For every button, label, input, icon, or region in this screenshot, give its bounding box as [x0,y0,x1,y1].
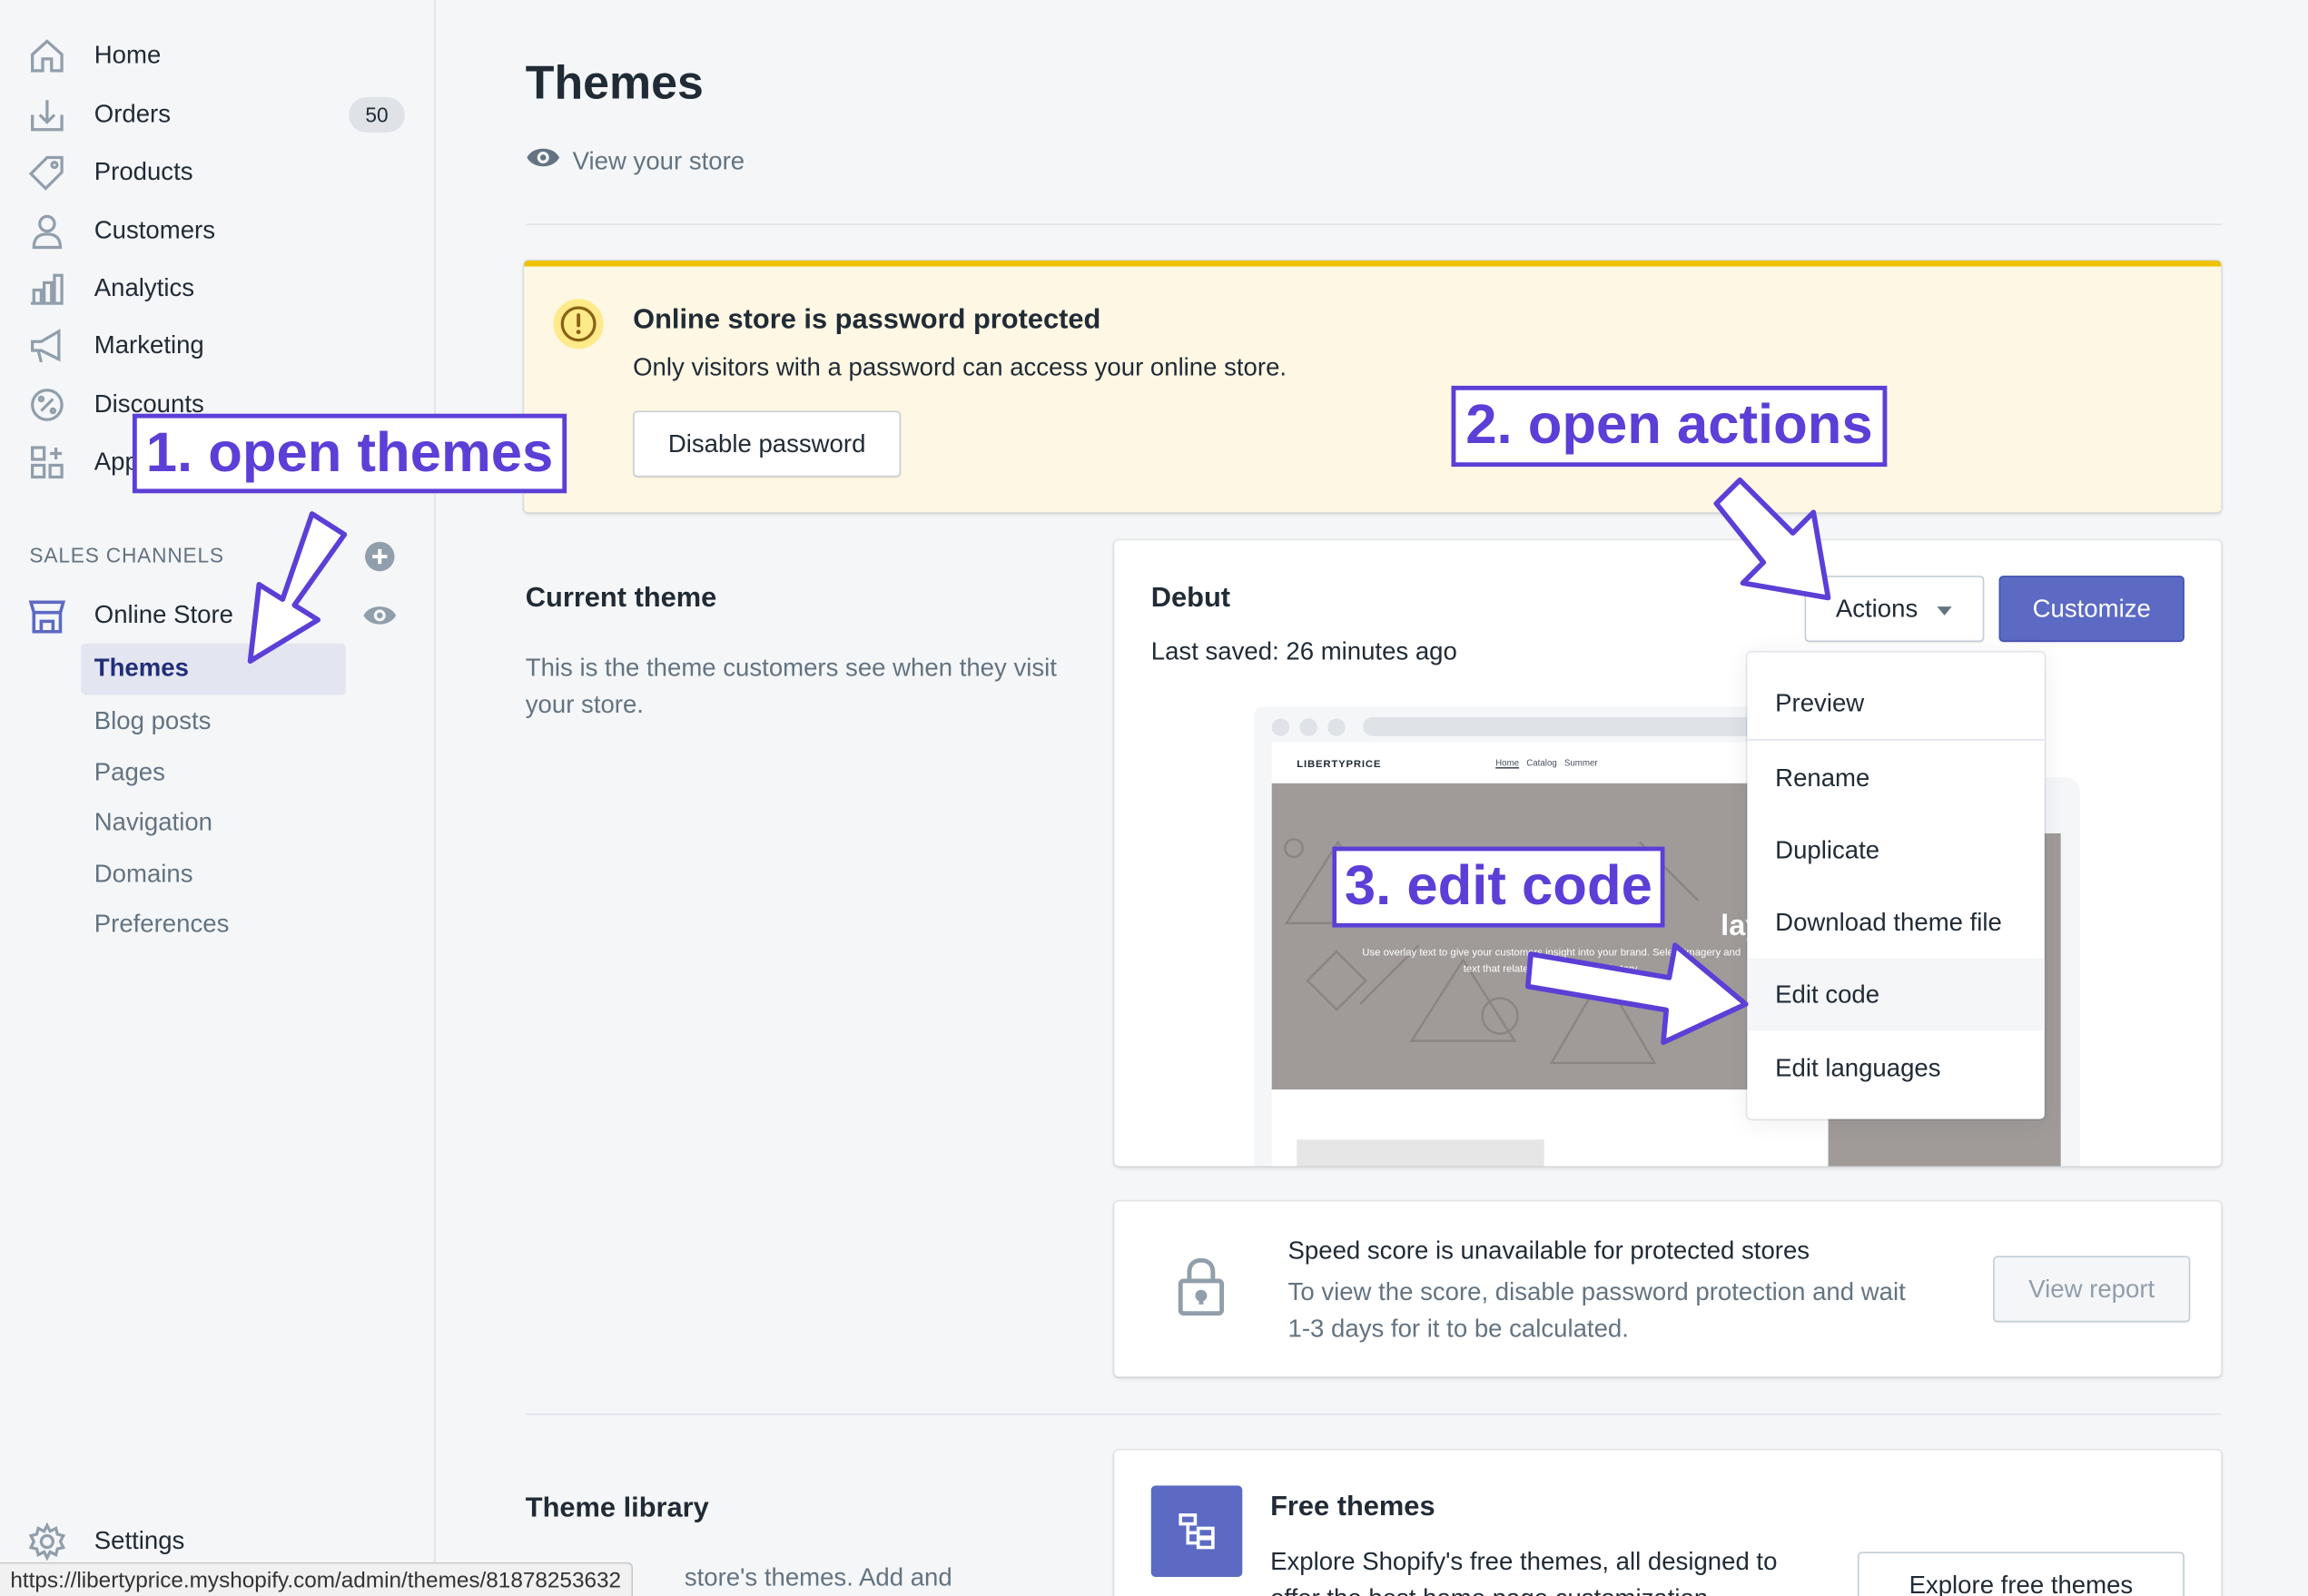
free-themes-text-line: offer the best home page customization [1270,1580,1830,1596]
person-icon [26,211,67,251]
divider [525,223,2222,226]
view-store-link[interactable]: View your store [526,144,745,178]
page-title: Themes [525,55,704,110]
current-theme-heading: Current theme [525,583,717,615]
preview-store-logo: LIBERTYPRICE [1297,759,1382,771]
shopify-admin-screen: Home Orders 50 Products Customers Analyt… [0,0,2308,1596]
preview-nav-item: Summer [1563,759,1598,769]
sidebar-item-home[interactable]: Home [0,29,436,82]
sidebar-item-label: Analytics [94,273,195,302]
speed-score-card: Speed score is unavailable for protected… [1114,1201,2222,1377]
eye-icon [526,144,561,178]
annotation-arrow-3 [1524,942,1749,1046]
preview-nav-item: Home [1495,759,1520,769]
banner-title: Online store is password protected [633,304,1101,336]
annotation-arrow-1 [247,511,348,665]
add-sales-channel-icon[interactable] [363,540,396,580]
annotation-step-1: 1. open themes [132,413,567,494]
menu-item-edit-languages[interactable]: Edit languages [1747,1032,2044,1104]
free-themes-text-line: Explore Shopify's free themes, all desig… [1270,1547,1778,1576]
caret-down-icon [1936,594,1953,623]
sidebar-item-label: Home [94,41,162,70]
sidebar-item-label: Customers [94,216,215,245]
bar-chart-icon [26,268,67,309]
browser-url-bar [1363,716,1790,736]
view-online-store-eye-icon[interactable] [362,601,398,638]
free-themes-text: Explore Shopify's free themes, all desig… [1270,1543,1830,1596]
free-themes-card: Free themes Explore Shopify's free theme… [1114,1450,2222,1596]
theme-library-heading: Theme library [525,1493,709,1524]
lock-icon [1175,1256,1228,1325]
menu-item-edit-code[interactable]: Edit code [1747,958,2045,1031]
apps-icon [26,442,67,483]
menu-item-preview[interactable]: Preview [1747,667,2044,739]
home-icon [26,35,67,76]
tag-icon [26,152,67,192]
sidebar-sub-item-blog-posts[interactable]: Blog posts [94,706,212,735]
speed-score-text: To view the score, disable password prot… [1287,1277,1906,1344]
annotation-step-2: 2. open actions [1451,385,1888,468]
sidebar-sub-item-pages[interactable]: Pages [94,758,165,787]
current-theme-card: Debut Last saved: 26 minutes ago Actions… [1114,540,2222,1167]
explore-free-themes-button[interactable]: Explore free themes [1857,1552,2185,1596]
sales-channels-heading: SALES CHANNELS [29,543,224,567]
divider [525,1413,2222,1415]
sidebar-item-analytics[interactable]: Analytics [0,262,436,315]
browser-dot [1327,718,1346,736]
gear-icon [26,1521,67,1562]
sidebar-item-marketing[interactable]: Marketing [0,320,436,372]
menu-item-rename[interactable]: Rename [1747,742,2044,813]
actions-dropdown-menu: Preview Rename Duplicate Download theme … [1747,652,2045,1119]
current-theme-description: This is the theme customers see when the… [525,654,1057,719]
preview-nav-item: Catalog [1526,759,1557,769]
sidebar-sub-item-navigation[interactable]: Navigation [94,808,212,837]
banner-text: Only visitors with a password can access… [633,353,1287,382]
actions-button-label: Actions [1835,594,1918,623]
preview-nav: Home Catalog Summer [1495,760,1598,769]
theme-store-icon [1150,1485,1243,1577]
sidebar-item-settings[interactable]: Settings [0,1515,436,1568]
store-icon [26,595,67,635]
sidebar-sub-item-preferences[interactable]: Preferences [94,910,230,939]
free-themes-title: Free themes [1270,1491,1435,1522]
menu-item-download-theme-file[interactable]: Download theme file [1747,886,2044,958]
disable-password-button[interactable]: Disable password [633,410,902,478]
menu-divider [1747,739,2045,741]
theme-name: Debut [1150,583,1231,615]
annotation-step-3: 3. edit code [1332,846,1665,928]
sidebar-sub-item-domains[interactable]: Domains [94,860,193,889]
sidebar-item-label: Marketing [94,330,204,360]
sidebar-item-label: Settings [94,1526,185,1555]
sidebar-item-orders[interactable]: Orders 50 [0,88,436,141]
customize-button[interactable]: Customize [1998,576,2185,643]
orders-icon [26,94,67,135]
sidebar-item-products[interactable]: Products [0,146,436,199]
menu-item-duplicate[interactable]: Duplicate [1747,814,2044,886]
browser-dot [1299,718,1317,736]
discount-icon [26,384,67,425]
password-protected-banner: Online store is password protected Only … [524,261,2222,513]
warning-icon [553,299,604,350]
theme-last-saved: Last saved: 26 minutes ago [1150,637,1457,666]
orders-count-badge: 50 [349,97,405,133]
sidebar-item-customers[interactable]: Customers [0,204,436,257]
sidebar-sub-item-label: Themes [94,654,189,682]
browser-dot [1271,718,1290,736]
sidebar-item-label: Online Store [94,600,233,629]
sidebar: Home Orders 50 Products Customers Analyt… [0,0,436,1596]
annotation-arrow-2 [1713,477,1831,601]
sidebar-item-label: Products [94,157,193,186]
view-report-button[interactable]: View report [1993,1256,2191,1323]
view-store-label: View your store [572,146,745,175]
speed-score-title: Speed score is unavailable for protected… [1287,1236,1810,1266]
preview-content-block [1297,1139,1544,1167]
megaphone-icon [26,325,67,366]
browser-status-url: https://libertyprice.myshopify.com/admin… [0,1562,634,1596]
sidebar-item-label: Orders [94,100,172,129]
